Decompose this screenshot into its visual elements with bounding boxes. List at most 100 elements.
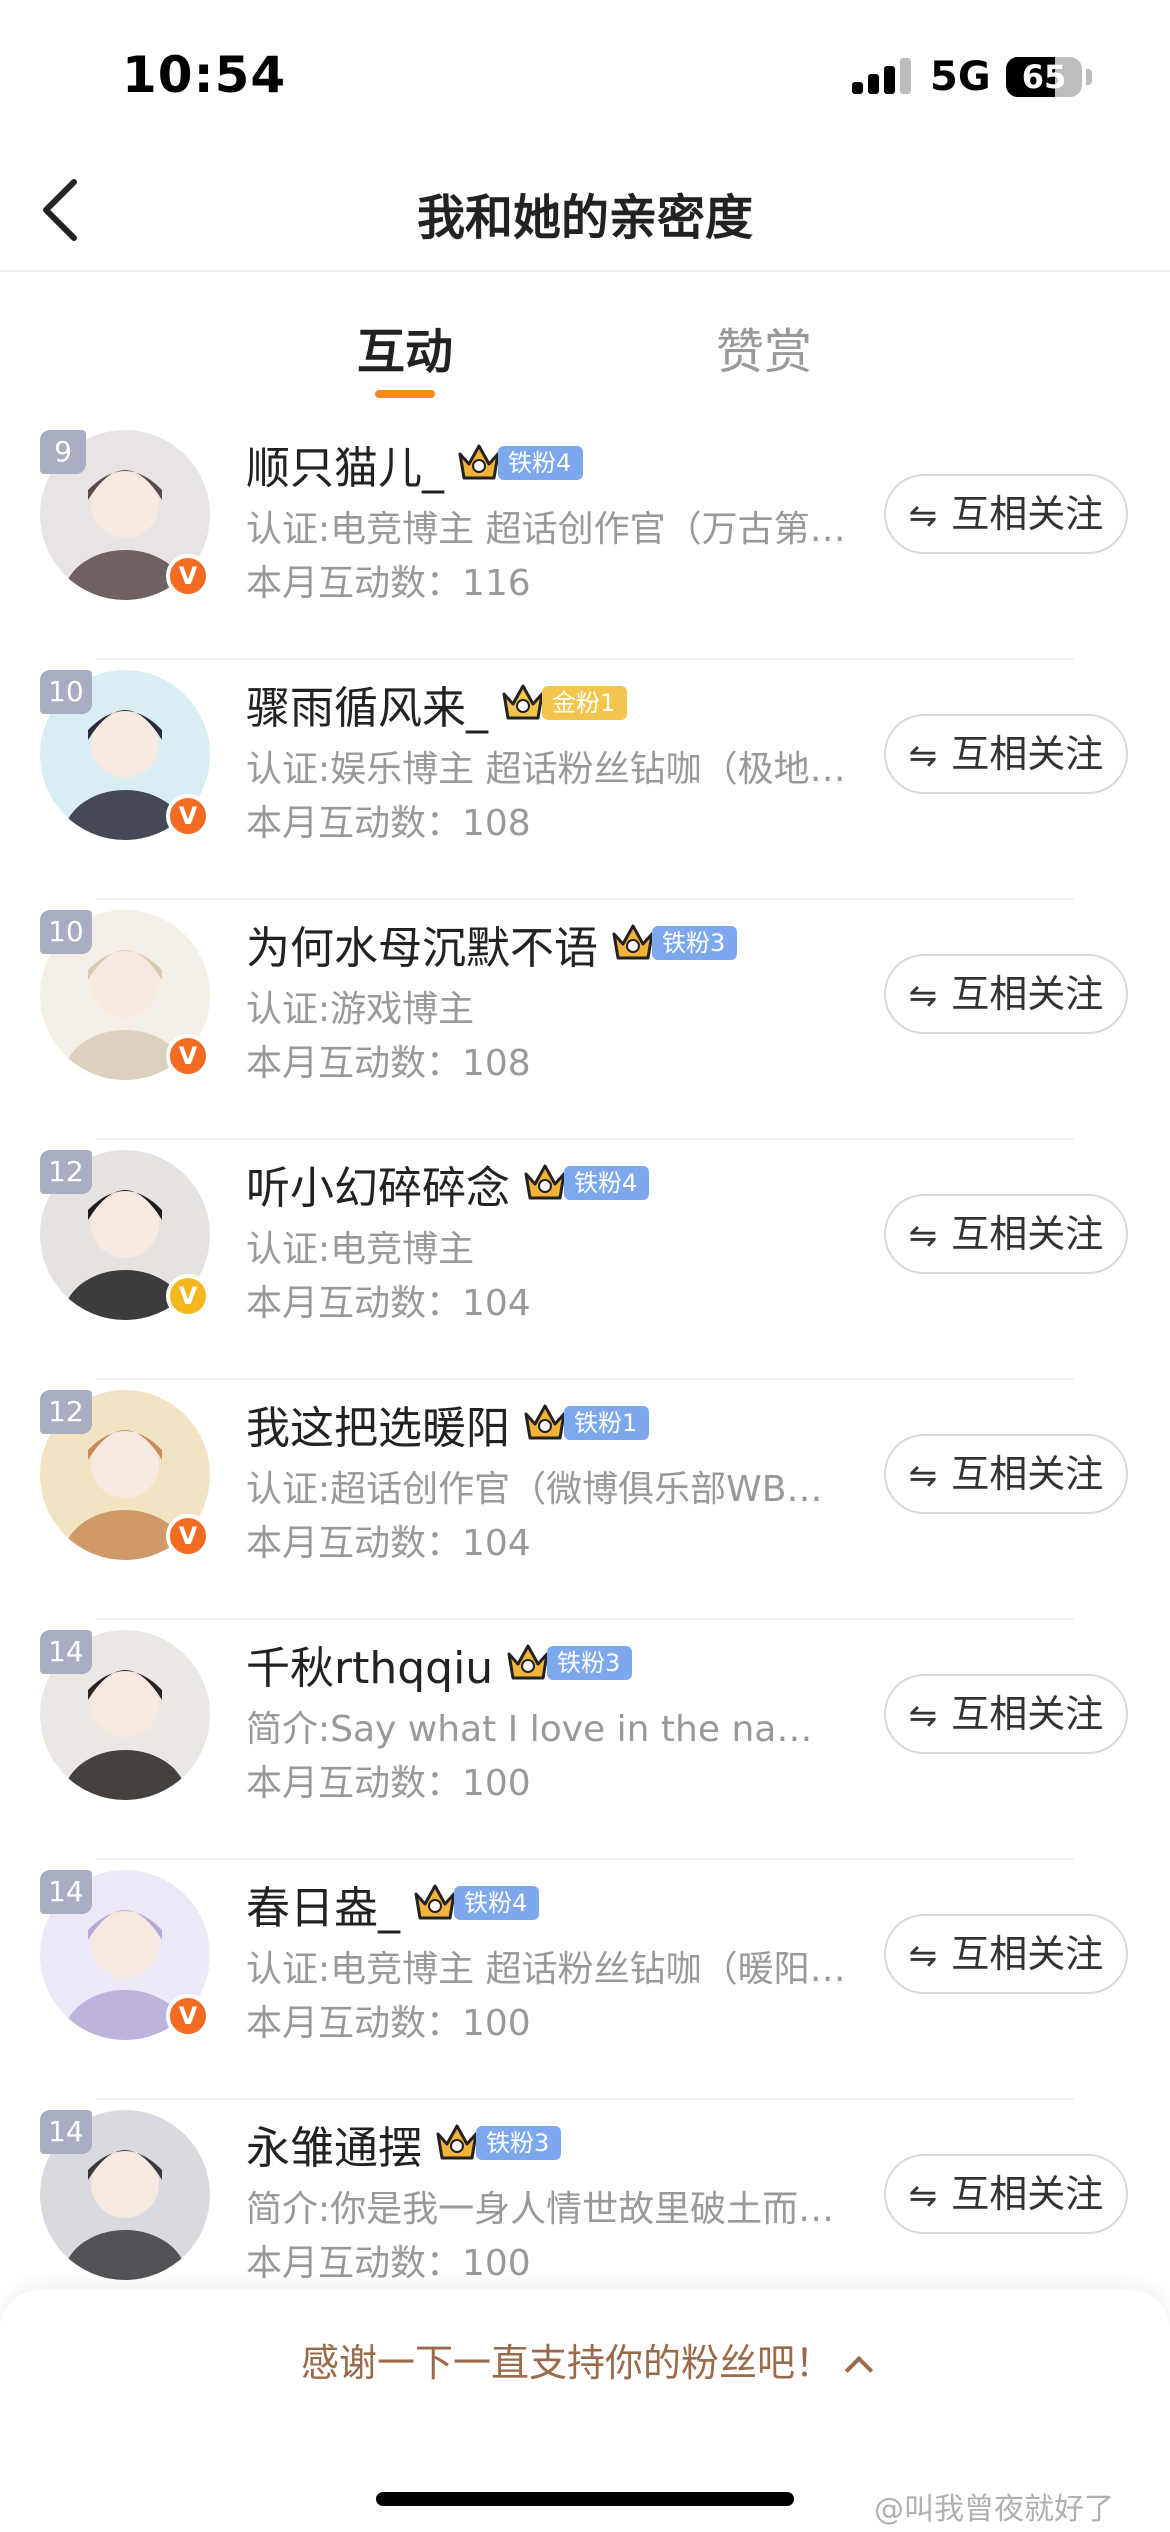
tab-active-indicator [375, 390, 435, 398]
verified-badge: V [166, 794, 210, 838]
tab-interaction[interactable]: 互动 [357, 312, 453, 382]
mutual-follow-label: 互相关注 [951, 2172, 1104, 2216]
row-description: 认证:游戏博主 [246, 989, 475, 1030]
tab-reward[interactable]: 赞赏 [716, 312, 812, 382]
fan-level-tag: 铁粉1 [564, 1406, 650, 1440]
battery-icon: 65 [1006, 57, 1082, 97]
mutual-follow-button[interactable]: ⇋ 互相关注 [884, 1914, 1128, 1994]
swap-arrows-icon: ⇋ [908, 1216, 938, 1256]
fan-level-tag: 金粉1 [542, 686, 628, 720]
rank-badge: 12 [40, 1150, 92, 1194]
fan-list-row[interactable]: 12 V 听小幻碎碎念 铁粉4 认证:电竞博主 本月互动数：104 ⇋ 互相关注 [0, 1140, 1170, 1380]
battery-tip [1086, 69, 1092, 85]
mutual-follow-label: 互相关注 [951, 1932, 1104, 1976]
fan-list-row[interactable]: 14 V 春日盎_ 铁粉4 认证:电竞博主 超话粉丝钻咖（暖阳… 本月互动数：1… [0, 1860, 1170, 2100]
swap-arrows-icon: ⇋ [908, 2176, 938, 2216]
rank-badge: 14 [40, 2110, 92, 2154]
network-type: 5G [930, 54, 991, 100]
row-description: 认证:电竞博主 [246, 1229, 475, 1270]
crown-icon [503, 1640, 553, 1684]
mutual-follow-label: 互相关注 [951, 732, 1104, 776]
rank-badge: 14 [40, 1630, 92, 1674]
rank-badge: 10 [40, 670, 92, 714]
crown-icon [432, 2120, 482, 2164]
fan-level-tag: 铁粉4 [454, 1886, 540, 1920]
mutual-follow-label: 互相关注 [951, 1212, 1104, 1256]
row-interaction-count: 本月互动数：108 [246, 1043, 531, 1084]
row-name[interactable]: 我这把选暖阳 [246, 1392, 510, 1456]
swap-arrows-icon: ⇋ [908, 736, 938, 776]
row-name[interactable]: 春日盎_ [246, 1872, 400, 1936]
crown-icon [410, 1880, 460, 1924]
swap-arrows-icon: ⇋ [908, 496, 938, 536]
row-interaction-count: 本月互动数：100 [246, 2243, 531, 2284]
mutual-follow-button[interactable]: ⇋ 互相关注 [884, 1434, 1128, 1514]
verified-badge: V [166, 554, 210, 598]
mutual-follow-button[interactable]: ⇋ 互相关注 [884, 714, 1128, 794]
battery-level: 65 [1021, 58, 1067, 96]
mutual-follow-label: 互相关注 [951, 972, 1104, 1016]
fan-level-tag: 铁粉4 [498, 446, 584, 480]
verified-badge: V [166, 1994, 210, 2038]
fan-list-row[interactable]: 10 V 为何水母沉默不语 铁粉3 认证:游戏博主 本月互动数：108 ⇋ 互相关… [0, 900, 1170, 1140]
crown-icon [520, 1160, 570, 1204]
row-interaction-count: 本月互动数：100 [246, 2003, 531, 2044]
mutual-follow-button[interactable]: ⇋ 互相关注 [884, 474, 1128, 554]
row-description: 认证:电竞博主 超话创作官（万古第… [246, 509, 846, 550]
row-name[interactable]: 顺只猫儿_ [246, 432, 444, 496]
swap-arrows-icon: ⇋ [908, 1936, 938, 1976]
row-name[interactable]: 为何水母沉默不语 [246, 912, 598, 976]
mutual-follow-button[interactable]: ⇋ 互相关注 [884, 1194, 1128, 1274]
row-description: 简介:你是我一身人情世故里破土而… [246, 2189, 835, 2230]
verified-badge: V [166, 1034, 210, 1078]
rank-badge: 10 [40, 910, 92, 954]
fan-list-row[interactable]: 9 V 顺只猫儿_ 铁粉4 认证:电竞博主 超话创作官（万古第… 本月互动数：1… [0, 420, 1170, 660]
crown-icon [454, 440, 504, 484]
verified-badge: V [166, 1274, 210, 1318]
rank-badge: 12 [40, 1390, 92, 1434]
rank-badge: 14 [40, 1870, 92, 1914]
row-description: 认证:超话创作官（微博俱乐部WB王… [246, 1469, 850, 1510]
thanks-fans-link[interactable]: 感谢一下一直支持你的粉丝吧！ [0, 2332, 1170, 2387]
signal-icon [852, 58, 912, 94]
row-description: 认证:电竞博主 超话粉丝钻咖（暖阳… [246, 1949, 846, 1990]
row-name[interactable]: 千秋rthqqiu [246, 1632, 493, 1696]
watermark: @叫我曾夜就好了 [874, 2492, 1114, 2527]
row-interaction-count: 本月互动数：104 [246, 1283, 531, 1324]
crown-icon [498, 680, 548, 724]
mutual-follow-label: 互相关注 [951, 1692, 1104, 1736]
row-description: 简介:Say what I love in the na… [246, 1709, 813, 1750]
mutual-follow-button[interactable]: ⇋ 互相关注 [884, 2154, 1128, 2234]
crown-icon [520, 1400, 570, 1444]
nav-header: 我和她的亲密度 [0, 150, 1170, 272]
row-interaction-count: 本月互动数：100 [246, 1763, 531, 1804]
tab-bar: 互动 赞赏 [0, 290, 1170, 410]
row-name[interactable]: 骤雨循风来_ [246, 672, 488, 736]
mutual-follow-label: 互相关注 [951, 1452, 1104, 1496]
row-interaction-count: 本月互动数：108 [246, 803, 531, 844]
status-time: 10:54 [122, 46, 287, 104]
row-description: 认证:娱乐博主 超话粉丝钻咖（极地… [246, 749, 846, 790]
row-interaction-count: 本月互动数：104 [246, 1523, 531, 1564]
fan-level-tag: 铁粉3 [547, 1646, 633, 1680]
fan-list-row[interactable]: 10 V 骤雨循风来_ 金粉1 认证:娱乐博主 超话粉丝钻咖（极地… 本月互动数… [0, 660, 1170, 900]
page-title: 我和她的亲密度 [416, 190, 753, 246]
status-bar: 10:54 5G 65 [0, 0, 1170, 150]
swap-arrows-icon: ⇋ [908, 1456, 938, 1496]
swap-arrows-icon: ⇋ [908, 976, 938, 1016]
swap-arrows-icon: ⇋ [908, 1696, 938, 1736]
mutual-follow-button[interactable]: ⇋ 互相关注 [884, 1674, 1128, 1754]
verified-badge: V [166, 1514, 210, 1558]
row-name[interactable]: 永雏通摆 [246, 2112, 422, 2176]
chevron-up-icon [844, 2355, 874, 2385]
rank-badge: 9 [40, 430, 86, 474]
fan-list-row[interactable]: 14 千秋rthqqiu 铁粉3 简介:Say what I love in t… [0, 1620, 1170, 1860]
mutual-follow-button[interactable]: ⇋ 互相关注 [884, 954, 1128, 1034]
row-name[interactable]: 听小幻碎碎念 [246, 1152, 510, 1216]
thanks-fans-text: 感谢一下一直支持你的粉丝吧！ [300, 2341, 833, 2385]
row-interaction-count: 本月互动数：116 [246, 563, 531, 604]
fan-list-row[interactable]: 12 V 我这把选暖阳 铁粉1 认证:超话创作官（微博俱乐部WB王… 本月互动数… [0, 1380, 1170, 1620]
fan-level-tag: 铁粉3 [652, 926, 738, 960]
fan-level-tag: 铁粉3 [476, 2126, 562, 2160]
home-indicator [376, 2492, 794, 2506]
